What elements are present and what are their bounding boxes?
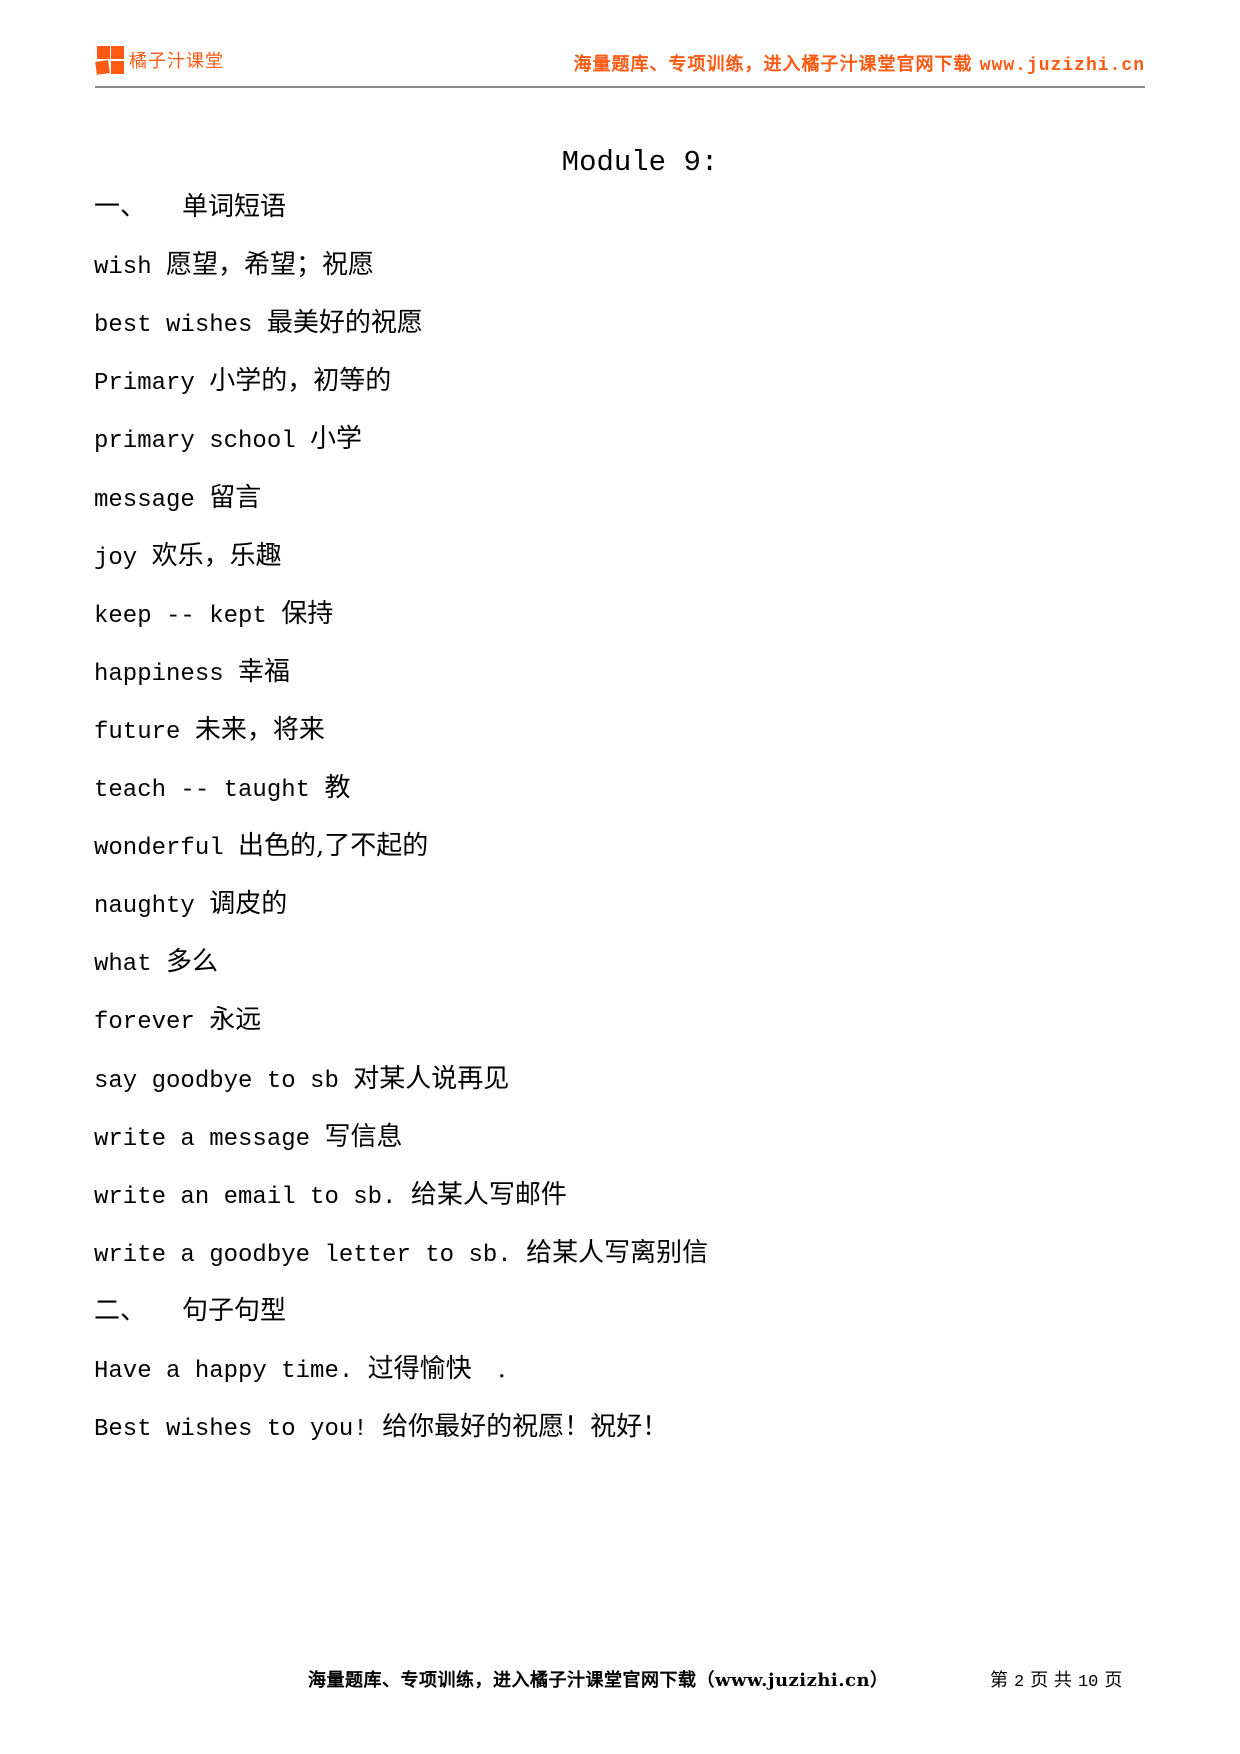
section-heading: 一、 单词短语 [94, 192, 286, 225]
sentence-item: Have a happy time. 过得愉快 . [94, 1354, 506, 1387]
english-text: teach -- taught [94, 777, 311, 804]
english-text: Best wishes to you! [94, 1416, 368, 1444]
chinese-meaning: 小学 [310, 424, 363, 455]
chinese-meaning: 未来，将来 [194, 714, 325, 745]
brand-logo: 橘子汁课堂 [95, 42, 224, 78]
header-url: www.juzizhi.cn [979, 56, 1145, 76]
vocab-item: message 留言 [94, 483, 261, 516]
chinese-meaning: 多么 [166, 947, 219, 978]
sentence-item: Best wishes to you! 给你最好的祝愿！祝好！ [94, 1412, 668, 1445]
chinese-meaning: 永远 [209, 1005, 262, 1036]
vocab-item: write a message 写信息 [94, 1122, 402, 1155]
english-text: say goodbye to sb [94, 1067, 339, 1095]
current-page: 2 [1014, 1673, 1025, 1692]
chinese-meaning: 最美好的祝愿 [266, 308, 423, 339]
chinese-meaning: 过得愉快 . [367, 1354, 506, 1384]
vocab-item: forever 永远 [94, 1005, 261, 1038]
vocab-item: naughty 调皮的 [94, 889, 287, 922]
chinese-meaning: 给你最好的祝愿！祝好！ [382, 1412, 669, 1443]
section-title: 句子句型 [182, 1295, 287, 1326]
chinese-meaning: 幸福 [238, 656, 291, 687]
english-text: write a goodbye letter to sb. [94, 1241, 512, 1269]
logo-icon [95, 45, 125, 75]
english-text: write a message [94, 1125, 311, 1153]
section-number: 一、 [94, 192, 147, 222]
english-text: write an email to sb. [94, 1183, 397, 1211]
vocab-item: what 多么 [94, 947, 218, 980]
english-text: future [94, 718, 181, 746]
english-text: keep -- kept [94, 602, 267, 630]
vocab-item: teach -- taught 教 [94, 773, 350, 806]
vocab-item: write a goodbye letter to sb. 给某人写离别信 [94, 1238, 708, 1271]
chinese-meaning: 对某人说再见 [353, 1063, 510, 1094]
chinese-meaning: 教 [324, 773, 351, 803]
chinese-meaning: 调皮的 [209, 889, 288, 920]
section-number: 二、 [94, 1295, 147, 1326]
english-text: wish [94, 254, 152, 282]
chinese-meaning: 写信息 [324, 1121, 403, 1152]
vocab-item: Primary 小学的，初等的 [94, 366, 391, 399]
english-text: message [94, 486, 195, 514]
english-text: joy [94, 544, 138, 572]
english-text: naughty [94, 893, 195, 921]
chinese-meaning: 欢乐，乐趣 [151, 540, 282, 571]
footer-slogan: 海量题库、专项训练，进入橘子汁课堂官网下载（www.juzizhi.cn） [308, 1670, 889, 1691]
logo-text: 橘子汁课堂 [129, 51, 224, 72]
chinese-meaning: 小学的，初等的 [209, 366, 392, 397]
vocab-item: say goodbye to sb 对某人说再见 [94, 1064, 509, 1097]
english-text: primary school [94, 428, 296, 456]
chinese-meaning: 留言 [209, 482, 262, 513]
vocab-item: best wishes 最美好的祝愿 [94, 308, 423, 341]
english-text: Primary [94, 370, 195, 398]
vocab-item: keep -- kept 保持 [94, 599, 333, 632]
english-text: wonderful [94, 835, 224, 863]
vocab-item: primary school 小学 [94, 424, 362, 457]
chinese-meaning: 给某人写邮件 [410, 1179, 567, 1210]
vocab-item: joy 欢乐，乐趣 [94, 541, 282, 574]
english-text: what [94, 951, 152, 979]
vocab-item: wish 愿望，希望；祝愿 [94, 250, 374, 283]
header-slogan: 海量题库、专项训练，进入橘子汁课堂官网下载 www.juzizhi.cn [573, 50, 1145, 76]
page-header: 橘子汁课堂 海量题库、专项训练，进入橘子汁课堂官网下载 www.juzizhi.… [95, 42, 1145, 88]
english-text: happiness [94, 660, 224, 688]
vocab-item: write an email to sb. 给某人写邮件 [94, 1180, 567, 1213]
section-heading: 二、 句子句型 [94, 1296, 286, 1329]
chinese-meaning: 给某人写离别信 [526, 1237, 709, 1268]
chinese-meaning: 愿望，希望；祝愿 [166, 250, 375, 281]
english-text: best wishes [94, 312, 253, 340]
vocab-item: happiness 幸福 [94, 657, 290, 690]
vocab-item: future 未来，将来 [94, 715, 325, 748]
header-slogan-text: 海量题库、专项训练，进入橘子汁课堂官网下载 [573, 54, 973, 75]
total-pages: 10 [1077, 1673, 1099, 1692]
vocab-item: wonderful 出色的,了不起的 [94, 831, 428, 864]
chinese-meaning: 保持 [281, 598, 334, 629]
page-number: 第2页 共 10 页 [990, 1670, 1123, 1692]
page-title: Module 9: [561, 146, 719, 179]
chinese-meaning: 出色的,了不起的 [238, 831, 429, 862]
english-text: forever [94, 1009, 195, 1037]
section-title: 单词短语 [182, 192, 287, 222]
english-text: Have a happy time. [94, 1358, 354, 1385]
